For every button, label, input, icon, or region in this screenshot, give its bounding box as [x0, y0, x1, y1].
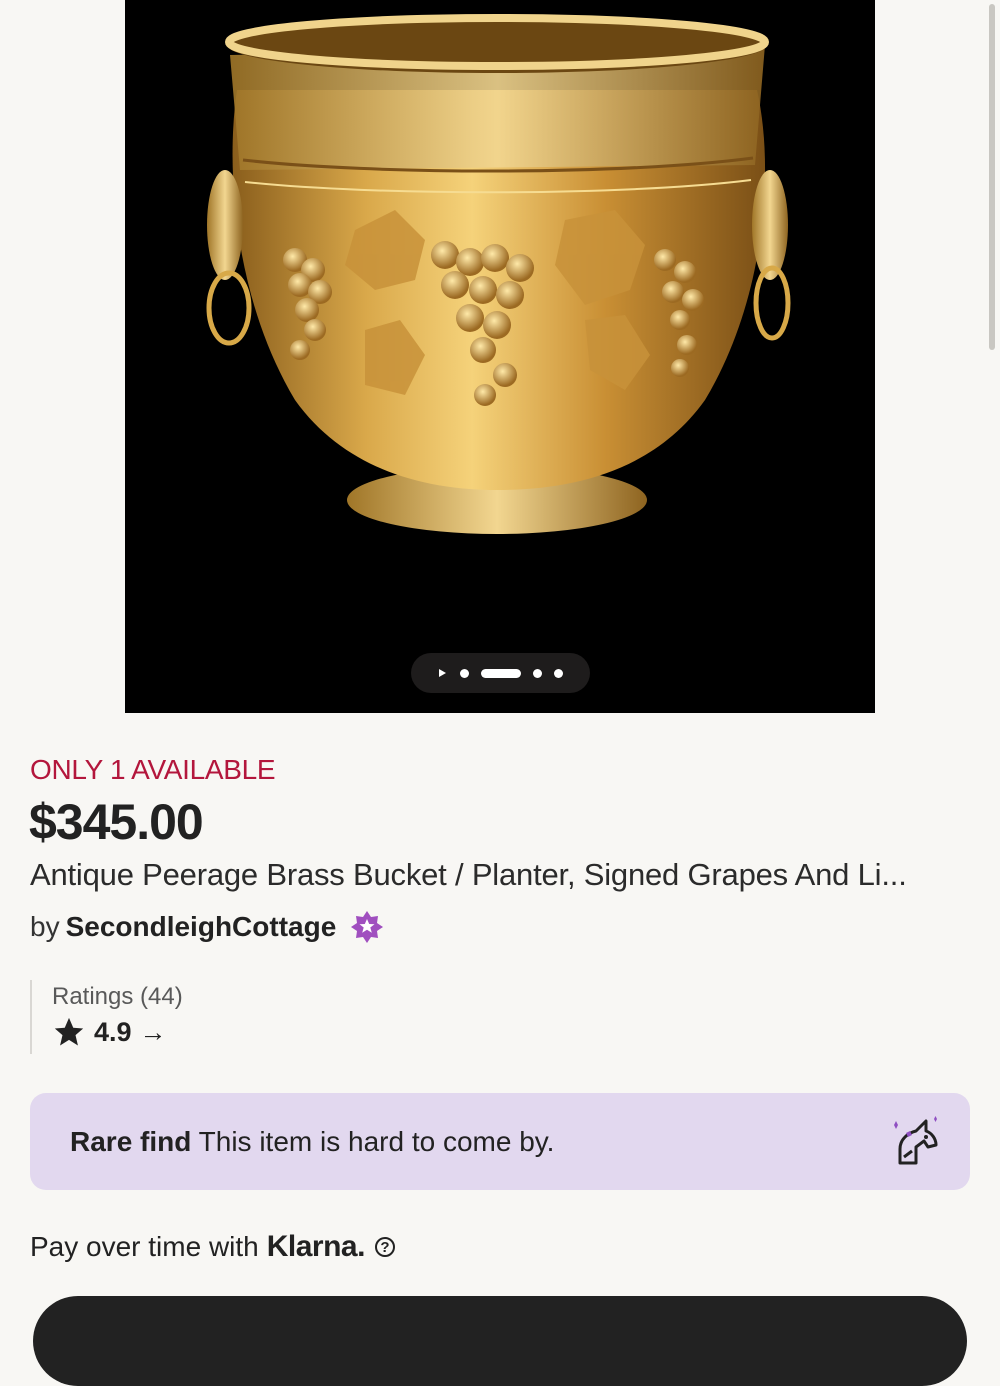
help-icon[interactable]: ? [374, 1237, 395, 1257]
unicorn-icon [894, 1116, 938, 1165]
availability-label: ONLY 1 AVAILABLE [30, 754, 276, 785]
gallery-dot-active[interactable] [480, 668, 521, 678]
ratings-block[interactable]: Ratings (44) 4.9 → [30, 980, 183, 1054]
arrow-right-icon[interactable]: → [140, 1017, 167, 1048]
gallery-pagination[interactable] [411, 653, 590, 693]
klarna-text: Pay over time with [30, 1231, 259, 1262]
rating-score: 4.9 [94, 1016, 132, 1047]
gallery-dot[interactable] [459, 668, 469, 678]
klarna-row[interactable]: Pay over time with Klarna. ? [30, 1230, 395, 1264]
rare-find-title: Rare find [70, 1125, 192, 1157]
klarna-logo: Klarna. [266, 1230, 366, 1263]
gallery-dot[interactable] [553, 668, 563, 678]
price: $345.00 [29, 794, 204, 850]
rare-find-banner: Rare find This item is hard to come by. [30, 1093, 970, 1190]
shop-name-link[interactable]: SecondleighCottage [66, 911, 337, 943]
scrollbar[interactable] [989, 4, 995, 350]
by-prefix: by [30, 911, 60, 942]
product-image-gallery[interactable] [125, 0, 875, 713]
shop-byline: by SecondleighCottage [30, 910, 384, 944]
product-image [206, 14, 791, 534]
ratings-label: Ratings (44) [52, 983, 183, 1010]
rare-find-text: This item is hard to come by. [198, 1125, 555, 1157]
primary-action-button[interactable] [33, 1296, 967, 1386]
play-icon[interactable] [438, 669, 446, 677]
listing-title[interactable]: Antique Peerage Brass Bucket / Planter, … [30, 857, 907, 893]
gallery-dot[interactable] [532, 668, 542, 678]
star-seller-badge-icon [351, 911, 384, 943]
star-icon [54, 1017, 84, 1046]
